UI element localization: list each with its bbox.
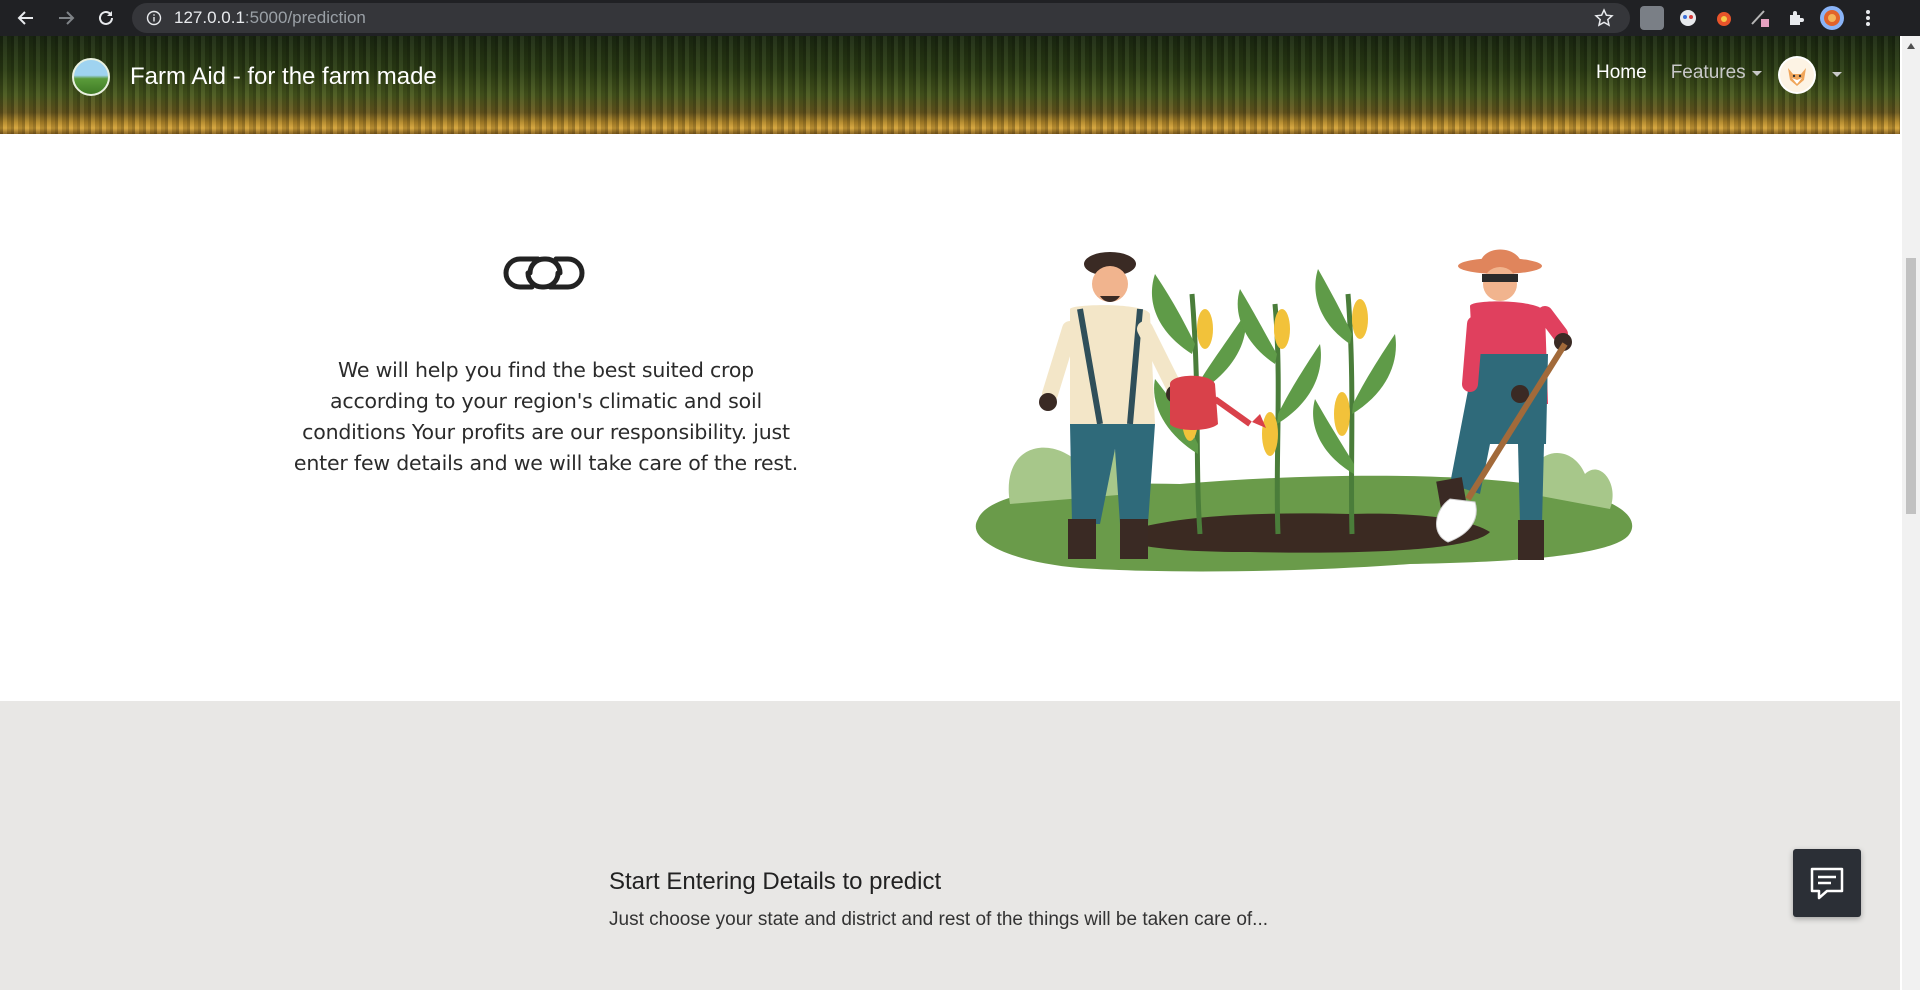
info-icon — [146, 10, 162, 26]
fox-avatar-icon — [1780, 58, 1814, 92]
address-bar[interactable]: 127.0.0.1:5000/prediction — [132, 3, 1630, 33]
chevron-down-icon — [1751, 70, 1762, 76]
nav-links: Home Features — [1596, 62, 1762, 84]
extension-icon-4[interactable] — [1748, 6, 1772, 30]
forward-arrow-icon — [59, 11, 75, 25]
link-icon — [500, 251, 588, 300]
nav-features-dropdown[interactable]: Features — [1671, 62, 1762, 84]
chat-widget-button[interactable] — [1793, 849, 1861, 917]
url-text: 127.0.0.1:5000/prediction — [174, 8, 366, 27]
extensions-area — [1640, 0, 1880, 36]
scroll-up-arrow-icon[interactable] — [1906, 42, 1916, 50]
forward-button[interactable] — [46, 0, 86, 36]
reload-button[interactable] — [86, 0, 126, 36]
user-avatar[interactable] — [1778, 56, 1816, 94]
page-viewport: Farm Aid - for the farm made Home Featur… — [0, 36, 1920, 990]
chrome-menu-icon[interactable] — [1856, 6, 1880, 30]
nav-home-link[interactable]: Home — [1596, 62, 1647, 84]
brand-logo-icon — [72, 58, 110, 96]
back-button[interactable] — [6, 0, 46, 36]
site-navbar: Farm Aid - for the farm made Home Featur… — [0, 36, 1900, 134]
profile-avatar-icon[interactable] — [1820, 6, 1844, 30]
chat-icon — [1810, 867, 1844, 900]
extension-icon-1[interactable] — [1640, 6, 1664, 30]
form-subtitle: Just choose your state and district and … — [609, 909, 1269, 930]
reload-icon — [99, 10, 113, 25]
form-intro-section: Start Entering Details to predict Just c… — [0, 701, 1900, 990]
info-description: We will help you find the best suited cr… — [293, 358, 799, 475]
browser-toolbar: 127.0.0.1:5000/prediction — [0, 0, 1920, 36]
user-menu-chevron-icon[interactable] — [1832, 72, 1842, 77]
bookmark-star-icon[interactable] — [1594, 8, 1614, 33]
extension-icon-2[interactable] — [1676, 6, 1700, 30]
brand-title: Farm Aid - for the farm made — [130, 63, 437, 90]
brand[interactable]: Farm Aid - for the farm made — [72, 58, 437, 96]
scrollbar-thumb[interactable] — [1906, 258, 1916, 514]
farmers-illustration — [975, 249, 1633, 572]
info-section: We will help you find the best suited cr… — [0, 134, 1900, 701]
nav-features-label: Features — [1670, 62, 1746, 83]
page-scrollbar[interactable] — [1902, 36, 1920, 990]
extension-icon-3[interactable] — [1712, 6, 1736, 30]
puzzle-extensions-icon[interactable] — [1784, 6, 1808, 30]
form-title: Start Entering Details to predict — [609, 868, 942, 895]
back-arrow-icon — [17, 11, 33, 25]
